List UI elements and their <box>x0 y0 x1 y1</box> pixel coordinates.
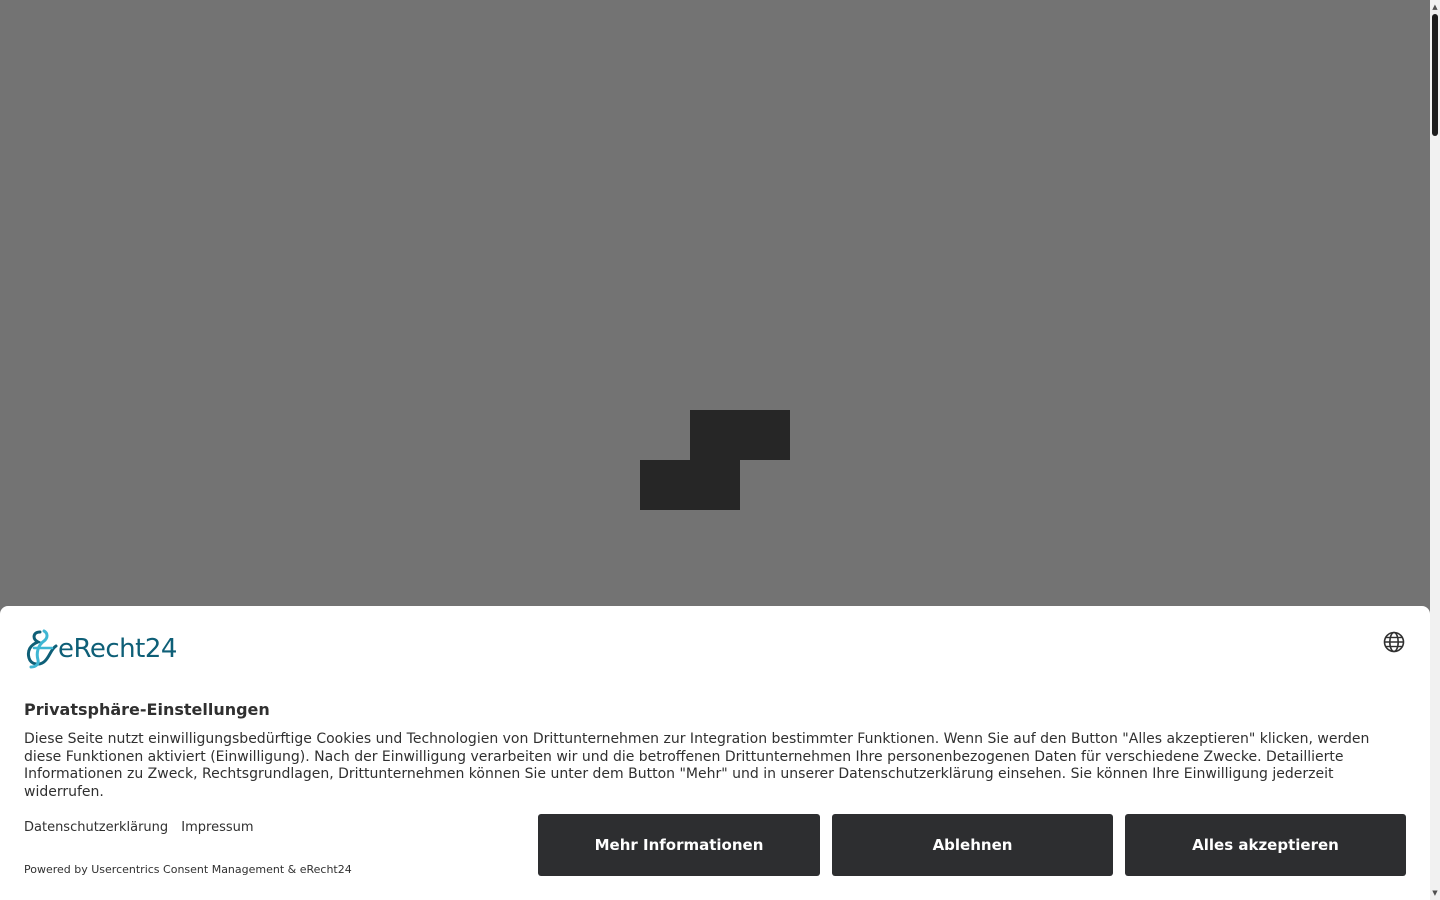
privacy-policy-link[interactable]: Datenschutzerklärung <box>24 820 168 835</box>
erecht24-logo: eRecht24 <box>24 628 177 670</box>
banner-links: Datenschutzerklärung Impressum <box>24 820 263 835</box>
more-information-button[interactable]: Mehr Informationen <box>538 814 820 876</box>
logo-text: eRecht24 <box>58 634 177 664</box>
language-button[interactable] <box>1382 630 1406 654</box>
loading-indicator-top <box>690 410 790 460</box>
powered-by-text: Powered by Usercentrics Consent Manageme… <box>24 863 352 876</box>
scroll-down-icon[interactable]: ▼ <box>1430 886 1440 900</box>
scroll-up-icon[interactable]: ▲ <box>1430 0 1440 14</box>
imprint-link[interactable]: Impressum <box>181 820 253 835</box>
scrollbar[interactable]: ▲ ▼ <box>1430 0 1440 900</box>
erecht24-logo-icon <box>26 629 58 669</box>
accept-all-button[interactable]: Alles akzeptieren <box>1125 814 1406 876</box>
banner-title: Privatsphäre-Einstellungen <box>24 700 270 719</box>
loading-indicator-bottom <box>640 460 740 510</box>
banner-message: Diese Seite nutzt einwilligungsbedürftig… <box>24 731 1370 801</box>
deny-button[interactable]: Ablehnen <box>832 814 1113 876</box>
scrollbar-thumb[interactable] <box>1432 14 1438 136</box>
globe-icon <box>1383 631 1405 653</box>
